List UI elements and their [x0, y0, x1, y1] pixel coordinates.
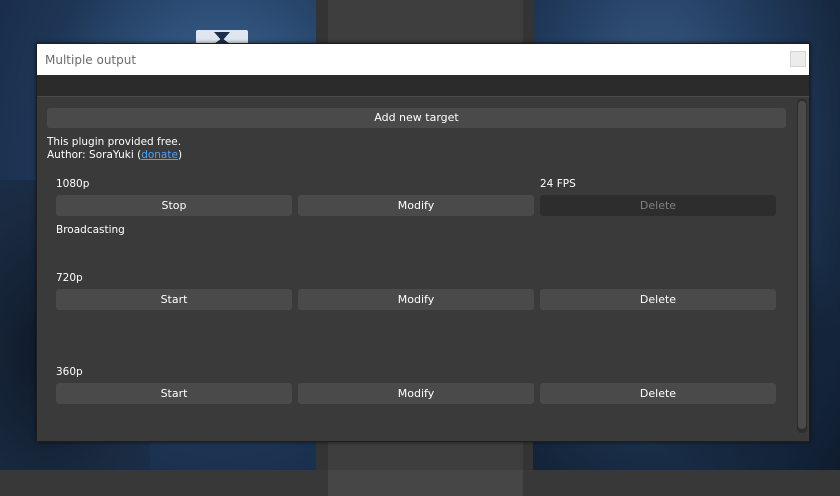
stop-button-1080p[interactable]: Stop — [56, 195, 292, 216]
modify-button-360p[interactable]: Modify — [298, 383, 534, 404]
start-button-720p[interactable]: Start — [56, 289, 292, 310]
add-new-target-button[interactable]: Add new target — [47, 108, 786, 128]
start-button-360p[interactable]: Start — [56, 383, 292, 404]
dialog-title: Multiple output — [45, 53, 137, 67]
target-fps-1080p: 24 FPS — [540, 178, 576, 190]
author-prefix: Author: SoraYuki ( — [47, 149, 142, 161]
modify-button-720p[interactable]: Modify — [298, 289, 534, 310]
background-logo-icon — [196, 30, 248, 44]
donate-link[interactable]: donate — [141, 149, 178, 161]
dialog-toolbar-strip — [37, 75, 809, 97]
target-name-360p: 360p — [56, 366, 83, 378]
target-status-1080p: Broadcasting — [56, 224, 125, 236]
dialog-titlebar[interactable]: Multiple output — [37, 44, 809, 75]
plugin-info: This plugin provided free. Author: SoraY… — [47, 136, 182, 162]
multiple-output-dialog: Multiple output Add new target This plug… — [36, 43, 810, 442]
plugin-author-line: Author: SoraYuki (donate) — [47, 149, 182, 162]
plugin-free-text: This plugin provided free. — [47, 136, 182, 148]
delete-button-1080p[interactable]: Delete — [540, 195, 776, 216]
scrollbar-thumb[interactable] — [798, 101, 806, 429]
author-suffix: ) — [177, 149, 183, 161]
delete-button-360p[interactable]: Delete — [540, 383, 776, 404]
background-bottom-center — [328, 470, 523, 496]
vertical-scrollbar[interactable] — [797, 99, 807, 433]
modify-button-1080p[interactable]: Modify — [298, 195, 534, 216]
delete-button-720p[interactable]: Delete — [540, 289, 776, 310]
close-button[interactable] — [790, 51, 806, 67]
dialog-content: Add new target This plugin provided free… — [37, 98, 809, 441]
target-name-1080p: 1080p — [56, 178, 90, 190]
target-name-720p: 720p — [56, 272, 83, 284]
